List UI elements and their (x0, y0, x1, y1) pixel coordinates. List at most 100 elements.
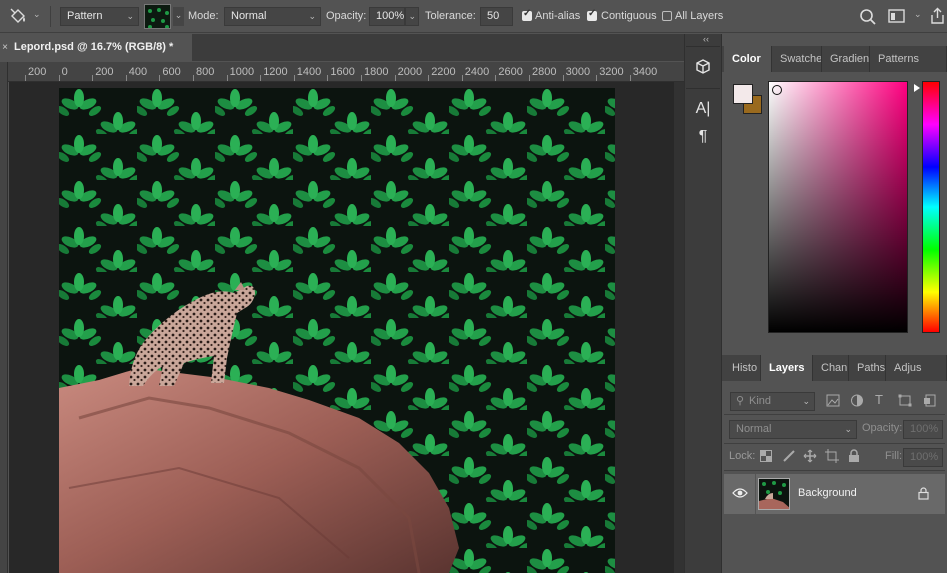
tab-swatches[interactable]: Swatche (772, 46, 822, 72)
paragraph-icon[interactable]: ¶ (690, 125, 716, 149)
ruler-label: 1200 (263, 66, 288, 78)
contiguous-checkbox[interactable] (587, 8, 597, 21)
ruler-label: 1800 (364, 66, 389, 78)
lock-artboard-icon[interactable] (825, 449, 839, 463)
tolerance-label: Tolerance: (425, 10, 476, 22)
document-canvas[interactable] (59, 88, 615, 573)
ruler-label: 200 (95, 66, 114, 78)
chevron-down-icon: ⌄ (408, 11, 416, 21)
layer-filter-value: Kind (749, 395, 772, 407)
fill-source-select[interactable]: Pattern ⌄ (60, 7, 139, 26)
horizontal-ruler: 200 0 200 400 600 800 1000 1200 1400 1600 1800 2000… (8, 62, 684, 82)
ruler-tick (562, 75, 564, 81)
ruler-tick (596, 75, 598, 81)
ruler-tick (361, 75, 362, 81)
ruler-label: 800 (196, 66, 215, 78)
ruler-label: 1000 (229, 66, 255, 78)
shape-filter-icon[interactable] (898, 394, 912, 407)
opacity-value: 100% (376, 10, 405, 22)
ruler-tick (394, 75, 396, 81)
layer-filter-select[interactable]: ⚲ Kind ⌄ (730, 392, 815, 411)
layer-row[interactable]: Background (724, 474, 945, 514)
share-icon[interactable] (929, 7, 947, 26)
layer-opacity-label: Opacity: (862, 422, 903, 434)
ruler-label: 3000 (565, 66, 591, 78)
layer-fill-input[interactable]: 100% (903, 448, 943, 467)
ruler-tick (529, 75, 530, 81)
strip-divider (686, 88, 720, 89)
ruler-tick (25, 75, 26, 81)
ruler-tick (159, 75, 161, 81)
opacity-label: Opacity: (326, 10, 367, 22)
tab-layers[interactable]: Layers (761, 355, 813, 381)
collapse-panels-icon[interactable]: ‹‹ (703, 34, 709, 44)
adjustment-filter-icon[interactable] (850, 394, 864, 407)
ruler-tick (58, 75, 60, 81)
layer-row-divider (755, 474, 756, 514)
fill-source-value: Pattern (67, 10, 103, 22)
opacity-input[interactable]: 100% (369, 7, 405, 26)
ruler-tick (428, 75, 430, 81)
tool-preset-chevron-icon[interactable]: ⌄ (33, 9, 41, 20)
pattern-picker-swatch[interactable] (144, 4, 171, 29)
lock-label: Lock: (729, 450, 756, 462)
document-tab[interactable]: Lepord.psd @ 16.7% (RGB/8) * (0, 34, 192, 61)
lock-position-icon[interactable] (803, 449, 817, 463)
search-icon[interactable] (859, 8, 877, 26)
tab-color[interactable]: Color (724, 46, 772, 72)
opacity-slider-toggle[interactable]: ⌄ (405, 7, 419, 26)
lock-all-icon[interactable] (848, 449, 860, 463)
options-bar: ⌄ Pattern ⌄ ⌄ Mode: Normal ⌄ Opacity: 10… (0, 0, 947, 33)
ruler-label: 2000 (397, 66, 423, 78)
layer-opacity-input[interactable]: 100% (903, 420, 943, 439)
character-icon[interactable]: A| (690, 97, 716, 121)
tab-patterns[interactable]: Patterns (870, 46, 947, 72)
smart-object-filter-icon[interactable] (923, 394, 937, 407)
mode-select[interactable]: Normal ⌄ (224, 7, 321, 26)
tab-history[interactable]: Histo (724, 355, 761, 381)
blend-mode-value: Normal (736, 423, 772, 435)
close-icon[interactable]: × (0, 34, 10, 61)
pattern-picker-chevron-icon[interactable]: ⌄ (173, 7, 184, 26)
lock-icon[interactable] (918, 487, 929, 500)
tab-channels[interactable]: Chan (813, 355, 849, 381)
tab-gradients[interactable]: Gradien (822, 46, 870, 72)
type-filter-icon[interactable]: T (875, 392, 883, 407)
ruler-label: 1400 (296, 66, 322, 78)
ruler-label: 600 (162, 66, 181, 78)
anti-alias-checkbox[interactable] (522, 8, 532, 21)
paint-bucket-icon[interactable] (8, 7, 30, 27)
ruler-tick (293, 75, 295, 81)
hue-slider[interactable] (922, 81, 940, 333)
lock-transparent-pixels-icon[interactable] (760, 450, 772, 462)
color-field[interactable] (768, 81, 908, 333)
ruler-tick (260, 75, 262, 81)
ruler-label: 1600 (330, 66, 355, 78)
all-layers-checkbox[interactable] (662, 11, 672, 21)
vertical-scrollbar[interactable] (674, 82, 684, 573)
ruler-label: 3200 (599, 66, 624, 78)
eye-icon[interactable] (732, 487, 748, 499)
layer-name[interactable]: Background (798, 487, 857, 499)
workspace-chevron-icon[interactable]: ⌄ (914, 9, 922, 20)
tab-paths[interactable]: Paths (849, 355, 886, 381)
ruler-label: 0 (61, 66, 68, 78)
hue-slider-handle[interactable] (914, 84, 920, 92)
blend-mode-select[interactable]: Normal ⌄ (729, 420, 857, 439)
color-picker-cursor[interactable] (772, 85, 782, 95)
chevron-down-icon: ⌄ (308, 11, 316, 21)
document-tab-title: Lepord.psd @ 16.7% (RGB/8) * (14, 41, 174, 53)
image-filter-icon[interactable] (826, 394, 840, 407)
tolerance-input[interactable]: 50 (480, 7, 513, 26)
tab-adjustments[interactable]: Adjus (886, 355, 947, 381)
ruler-tick (92, 75, 94, 81)
ruler-tick (327, 75, 329, 81)
layer-fill-value: 100% (910, 451, 939, 463)
workspace-icon[interactable] (888, 9, 906, 24)
lock-image-pixels-icon[interactable] (782, 449, 796, 463)
search-icon: ⚲ (736, 395, 745, 407)
foreground-color-swatch[interactable] (733, 84, 753, 104)
ruler-tick (226, 75, 228, 81)
3d-cube-icon[interactable] (690, 55, 716, 79)
anti-alias-label: Anti-alias (535, 10, 581, 22)
